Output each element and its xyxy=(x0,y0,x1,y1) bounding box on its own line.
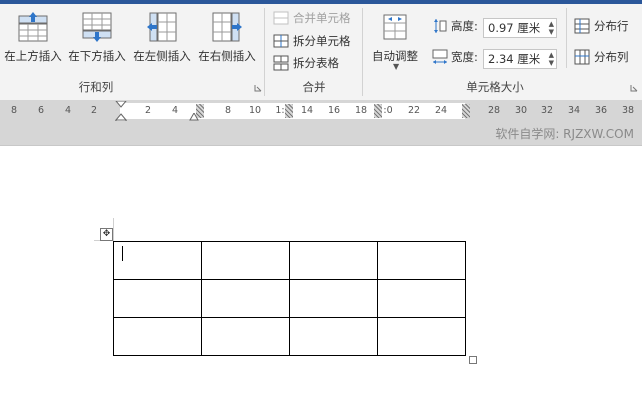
ruler-tick-label: 14 xyxy=(300,105,314,116)
split-table-icon xyxy=(273,55,289,71)
table-cell[interactable] xyxy=(201,241,290,280)
group-label-rows-cols: 行和列 xyxy=(78,80,114,94)
ruler-tick-label: 8 xyxy=(10,105,18,116)
insert-below-label: 在下方插入 xyxy=(68,49,126,63)
ruler-tick-label: 18 xyxy=(354,105,368,116)
column-width-value: 2.34 厘米 xyxy=(488,52,541,66)
distribute-rows-label: 分布行 xyxy=(594,19,629,33)
insert-below-button[interactable]: 在下方插入 xyxy=(66,10,128,68)
table-cell[interactable] xyxy=(201,317,290,356)
ruler-bottom-strip: 软件自学网: RJZXW.COM xyxy=(0,121,642,146)
dropdown-arrow-icon: ▼ xyxy=(393,62,400,71)
table-row xyxy=(113,241,466,280)
distribute-cols-button[interactable]: 分布列 xyxy=(574,47,629,67)
row-height-input[interactable]: 0.97 厘米 ▲ ▼ xyxy=(483,18,557,38)
ruler-tick-label: :0 xyxy=(383,105,393,116)
ruler-tick-label: 6 xyxy=(37,105,45,116)
insert-above-button[interactable]: 在上方插入 xyxy=(2,10,64,68)
dialog-launcher-icon[interactable] xyxy=(630,84,638,92)
column-marker[interactable] xyxy=(285,104,293,118)
table-row xyxy=(113,317,466,356)
autofit-button[interactable]: 自动调整 ▼ xyxy=(366,10,424,71)
table-cell[interactable] xyxy=(113,241,202,280)
split-cells-icon xyxy=(273,34,289,48)
table-row xyxy=(113,279,466,318)
row-height-label: 高度: xyxy=(451,19,478,33)
column-marker[interactable] xyxy=(374,104,382,118)
divider xyxy=(264,8,265,96)
ruler-tick-label: 2 xyxy=(144,105,152,116)
table-cell[interactable] xyxy=(113,279,202,318)
ruler-tick-label: 2 xyxy=(90,105,98,116)
distribute-cols-label: 分布列 xyxy=(594,50,629,64)
split-cells-label: 拆分单元格 xyxy=(293,34,351,48)
split-cells-button[interactable]: 拆分单元格 xyxy=(273,31,351,51)
insert-right-label: 在右侧插入 xyxy=(198,49,256,63)
column-marker[interactable] xyxy=(462,104,470,118)
ruler-tick-label: 16 xyxy=(327,105,341,116)
spinner-arrows-icon[interactable]: ▲ ▼ xyxy=(549,20,554,36)
table-cell[interactable] xyxy=(377,317,466,356)
dialog-launcher-icon[interactable] xyxy=(254,84,262,92)
ruler-tick-label: 32 xyxy=(540,105,554,116)
distribute-rows-button[interactable]: 分布行 xyxy=(574,16,629,36)
split-table-button[interactable]: 拆分表格 xyxy=(273,53,339,73)
divider xyxy=(566,8,567,68)
ruler-tick-label: 30 xyxy=(514,105,528,116)
insert-left-icon xyxy=(147,12,177,42)
horizontal-ruler[interactable]: 8 6 4 2 2 4 8 10 1: 14 16 18 :0 22 24 28… xyxy=(0,101,642,127)
insert-left-button[interactable]: 在左侧插入 xyxy=(131,10,193,68)
row-height-label-group: 高度: xyxy=(432,16,478,36)
divider xyxy=(362,8,363,96)
text-cursor xyxy=(122,246,123,261)
ruler-tick-label: 34 xyxy=(567,105,581,116)
row-height-value: 0.97 厘米 xyxy=(488,21,541,35)
ruler-tick-label: 8 xyxy=(224,105,232,116)
merge-cells-label: 合并单元格 xyxy=(293,11,351,25)
insert-above-icon xyxy=(18,12,48,42)
insert-below-icon xyxy=(82,12,112,42)
margin-guide xyxy=(113,218,114,240)
right-indent-marker-icon[interactable] xyxy=(189,113,199,121)
watermark-text: 软件自学网: RJZXW.COM xyxy=(495,127,634,141)
ruler-tick-label: 1: xyxy=(275,105,285,116)
document-table[interactable] xyxy=(113,241,466,356)
insert-left-label: 在左侧插入 xyxy=(133,49,191,63)
column-width-icon xyxy=(432,49,448,64)
insert-right-icon xyxy=(212,12,242,42)
table-cell[interactable] xyxy=(201,279,290,318)
column-width-input[interactable]: 2.34 厘米 ▲ ▼ xyxy=(483,49,557,69)
ruler-tick-label: 38 xyxy=(621,105,635,116)
autofit-icon xyxy=(383,14,407,40)
table-cell[interactable] xyxy=(113,317,202,356)
group-label-cell-size: 单元格大小 xyxy=(466,80,524,94)
table-cell[interactable] xyxy=(377,279,466,318)
distribute-rows-icon xyxy=(574,18,590,34)
column-width-label: 宽度: xyxy=(451,50,478,64)
ruler-tick-label: 24 xyxy=(434,105,448,116)
column-width-label-group: 宽度: xyxy=(432,47,478,67)
row-height-icon xyxy=(434,19,447,33)
ruler-tick-label: 28 xyxy=(487,105,501,116)
merge-cells-icon xyxy=(273,11,289,25)
ribbon-layout-tab: 在上方插入 在下方插入 在左侧插入 在右侧插入 行和列 合并单元格 拆分单元格 … xyxy=(0,4,642,101)
ruler-tick-label: 22 xyxy=(407,105,421,116)
insert-above-label: 在上方插入 xyxy=(4,49,62,63)
distribute-cols-icon xyxy=(574,49,590,65)
ruler-tick-label: 4 xyxy=(64,105,72,116)
merge-cells-button[interactable]: 合并单元格 xyxy=(273,8,351,28)
ruler-tick-label: 10 xyxy=(248,105,262,116)
table-cell[interactable] xyxy=(377,241,466,280)
ruler-tick-label: 36 xyxy=(594,105,608,116)
table-move-handle-icon[interactable]: ✥ xyxy=(100,228,113,241)
group-label-merge: 合并 xyxy=(302,80,326,94)
insert-right-button[interactable]: 在右侧插入 xyxy=(196,10,258,68)
table-cell[interactable] xyxy=(289,241,378,280)
table-cell[interactable] xyxy=(289,317,378,356)
ruler-tick-label: 4 xyxy=(171,105,179,116)
spinner-arrows-icon[interactable]: ▲ ▼ xyxy=(549,51,554,67)
table-resize-handle[interactable] xyxy=(469,356,477,364)
split-table-label: 拆分表格 xyxy=(293,56,339,70)
table-cell[interactable] xyxy=(289,279,378,318)
